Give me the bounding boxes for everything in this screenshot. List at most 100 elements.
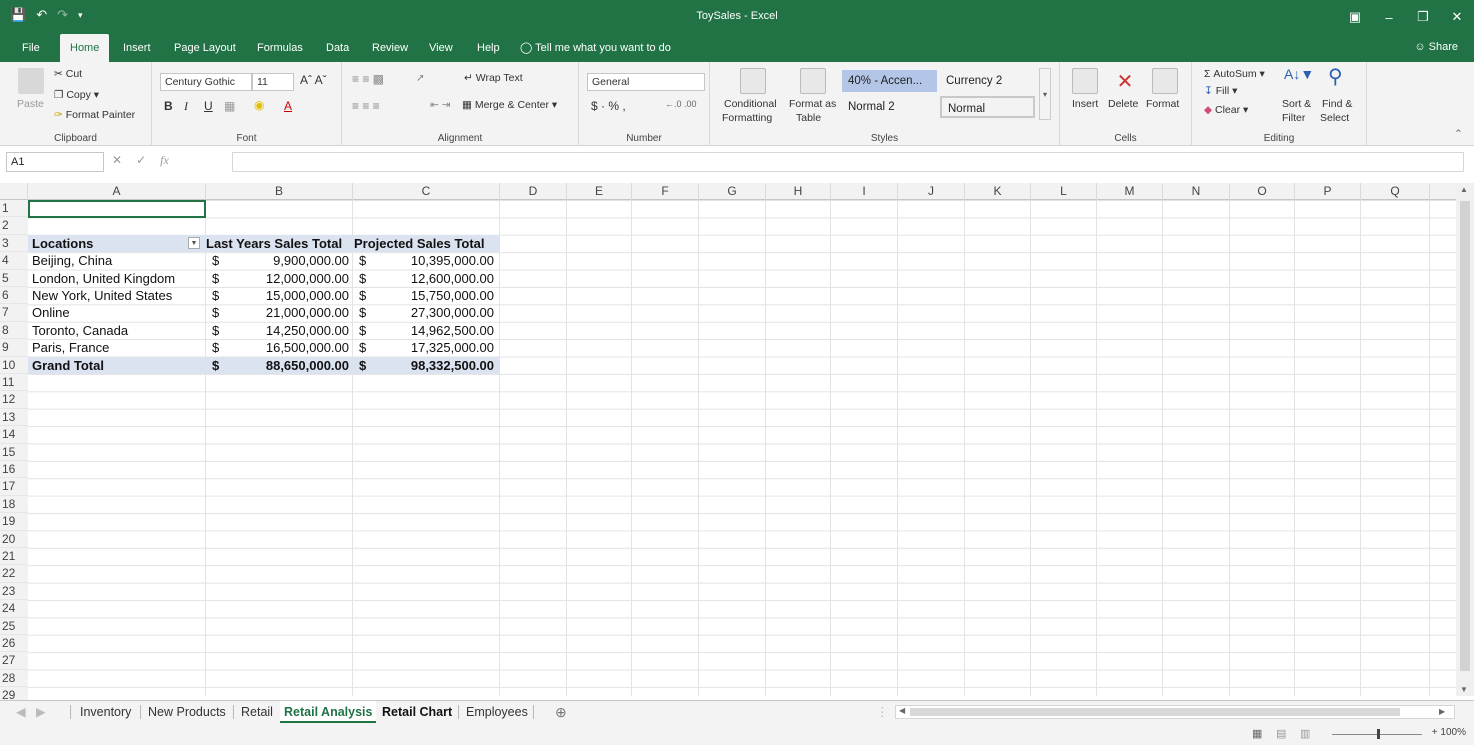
share-button[interactable]: ☺ Share	[1414, 41, 1458, 53]
enter-icon[interactable]: ✓	[136, 153, 146, 168]
tab-help[interactable]: Help	[477, 34, 500, 62]
row-header-13[interactable]: 13	[0, 408, 28, 427]
next-sheet-icon[interactable]: ▶	[36, 701, 46, 723]
bold-icon[interactable]: B	[164, 99, 173, 113]
tab-home[interactable]: Home	[60, 34, 110, 62]
wrap-text-button[interactable]: ↵ Wrap Text	[464, 72, 523, 84]
sort-filter-icon[interactable]: A↓▼	[1284, 66, 1314, 82]
select-all-corner[interactable]	[0, 183, 28, 200]
scroll-right-icon[interactable]: ▶	[1439, 701, 1445, 723]
format-as-table-icon[interactable]	[800, 68, 826, 94]
projected-sales-cell[interactable]: 14,962,500.00	[373, 322, 494, 339]
row-header-18[interactable]: 18	[0, 495, 28, 514]
column-header-d[interactable]: D	[500, 183, 567, 200]
grow-font-icon[interactable]: Aˆ Aˇ	[300, 73, 327, 87]
indent-icon[interactable]: ⇤ ⇥	[430, 99, 451, 111]
column-header-p[interactable]: P	[1295, 183, 1361, 200]
column-header-h[interactable]: H	[766, 183, 831, 200]
last-year-sales-cell[interactable]: 9,900,000.00	[226, 252, 349, 269]
collapse-ribbon-icon[interactable]: ⌃	[1454, 128, 1463, 140]
style-normal2-cell[interactable]: Normal 2	[842, 96, 937, 118]
horizontal-scrollbar[interactable]: ◀	[895, 705, 1455, 719]
row-header-25[interactable]: 25	[0, 617, 28, 635]
last-year-sales-cell[interactable]: 15,000,000.00	[226, 287, 349, 304]
copy-button[interactable]: ❐ Copy ▾	[54, 89, 99, 101]
filter-dropdown-icon[interactable]: ▼	[188, 237, 200, 249]
row-header-12[interactable]: 12	[0, 391, 28, 409]
last-year-sales-cell[interactable]: 16,500,000.00	[226, 339, 349, 356]
column-header-f[interactable]: F	[632, 183, 699, 200]
row-header-20[interactable]: 20	[0, 530, 28, 548]
prev-sheet-icon[interactable]: ◀	[16, 701, 26, 723]
projected-sales-cell[interactable]: 17,325,000.00	[373, 339, 494, 356]
merge-center-button[interactable]: ▦ Merge & Center ▾	[462, 99, 557, 111]
last-year-sales-cell[interactable]: 14,250,000.00	[226, 322, 349, 339]
tab-file[interactable]: File	[22, 34, 40, 62]
normal-view-icon[interactable]: ▦	[1252, 727, 1262, 740]
projected-sales-cell[interactable]: 10,395,000.00	[373, 252, 494, 269]
paste-button[interactable]: Paste	[17, 98, 44, 110]
row-header-6[interactable]: 6	[0, 287, 28, 305]
row-header-9[interactable]: 9	[0, 339, 28, 357]
row-header-16[interactable]: 16	[0, 461, 28, 479]
sheet-tab-retail[interactable]: Retail	[241, 701, 273, 723]
pivot-header-projected[interactable]: Projected Sales Total	[354, 235, 499, 252]
fill-color-icon[interactable]: ◉	[254, 98, 264, 112]
column-header-i[interactable]: I	[831, 183, 898, 200]
row-header-23[interactable]: 23	[0, 582, 28, 601]
sheet-tab-inventory[interactable]: Inventory	[80, 701, 131, 723]
currency-icon[interactable]: $ · % ,	[591, 99, 626, 113]
column-header-n[interactable]: N	[1163, 183, 1230, 200]
row-header-7[interactable]: 7	[0, 304, 28, 322]
font-color-icon[interactable]: A	[284, 99, 292, 113]
zoom-slider-thumb[interactable]	[1377, 729, 1380, 739]
formula-input[interactable]	[232, 152, 1464, 172]
row-header-2[interactable]: 2	[0, 217, 28, 235]
row-header-8[interactable]: 8	[0, 321, 28, 340]
last-year-sales-cell[interactable]: 21,000,000.00	[226, 304, 349, 321]
row-header-24[interactable]: 24	[0, 600, 28, 618]
sort-filter-button[interactable]: Sort &	[1282, 98, 1311, 110]
column-header-b[interactable]: B	[206, 183, 353, 200]
column-header-l[interactable]: L	[1031, 183, 1097, 200]
scroll-left-icon[interactable]: ◀	[899, 706, 905, 715]
customize-qat-icon[interactable]: ▾	[78, 10, 83, 21]
page-layout-view-icon[interactable]: ▤	[1276, 727, 1286, 740]
minimize-icon[interactable]: –	[1372, 0, 1406, 34]
delete-cells-icon[interactable]: ✕	[1112, 68, 1138, 94]
zoom-in-icon[interactable]: +	[1432, 727, 1438, 738]
column-header-k[interactable]: K	[965, 183, 1031, 200]
row-header-3[interactable]: 3	[0, 234, 28, 253]
row-header-5[interactable]: 5	[0, 269, 28, 287]
tab-data[interactable]: Data	[326, 34, 349, 62]
insert-cells-button[interactable]: Insert	[1072, 98, 1098, 110]
projected-sales-cell[interactable]: 27,300,000.00	[373, 304, 494, 321]
format-as-table-button[interactable]: Format as	[789, 98, 836, 110]
add-sheet-icon[interactable]: ⊕	[555, 701, 567, 723]
borders-icon[interactable]: ▦	[224, 99, 235, 113]
underline-icon[interactable]: U	[204, 99, 213, 113]
column-header-o[interactable]: O	[1230, 183, 1295, 200]
insert-function-icon[interactable]: fx	[160, 153, 169, 168]
vertical-scroll-thumb[interactable]	[1460, 201, 1470, 671]
sheet-tab-employees[interactable]: Employees	[466, 701, 528, 723]
page-break-view-icon[interactable]: ▥	[1300, 727, 1310, 740]
tab-review[interactable]: Review	[372, 34, 408, 62]
projected-sales-cell[interactable]: 15,750,000.00	[373, 287, 494, 304]
row-header-22[interactable]: 22	[0, 565, 28, 583]
column-header-j[interactable]: J	[898, 183, 965, 200]
pivot-header-last-year[interactable]: Last Years Sales Total	[206, 235, 353, 252]
pivot-location-cell[interactable]: Paris, France	[32, 339, 204, 356]
fill-button[interactable]: ↧ Fill ▾	[1204, 85, 1237, 97]
row-header-14[interactable]: 14	[0, 426, 28, 444]
scroll-down-icon[interactable]: ▼	[1460, 685, 1468, 694]
paste-icon[interactable]	[18, 68, 44, 94]
undo-icon[interactable]: ↶	[36, 7, 47, 23]
styles-gallery-scroll[interactable]: ▾	[1039, 68, 1051, 120]
delete-cells-button[interactable]: Delete	[1108, 98, 1138, 110]
format-cells-icon[interactable]	[1152, 68, 1178, 94]
conditional-formatting-icon[interactable]	[740, 68, 766, 94]
number-format-dropdown[interactable]: General	[587, 73, 705, 91]
tell-me-box[interactable]: ◯ Tell me what you want to do	[520, 34, 671, 62]
close-icon[interactable]: ✕	[1440, 0, 1474, 34]
